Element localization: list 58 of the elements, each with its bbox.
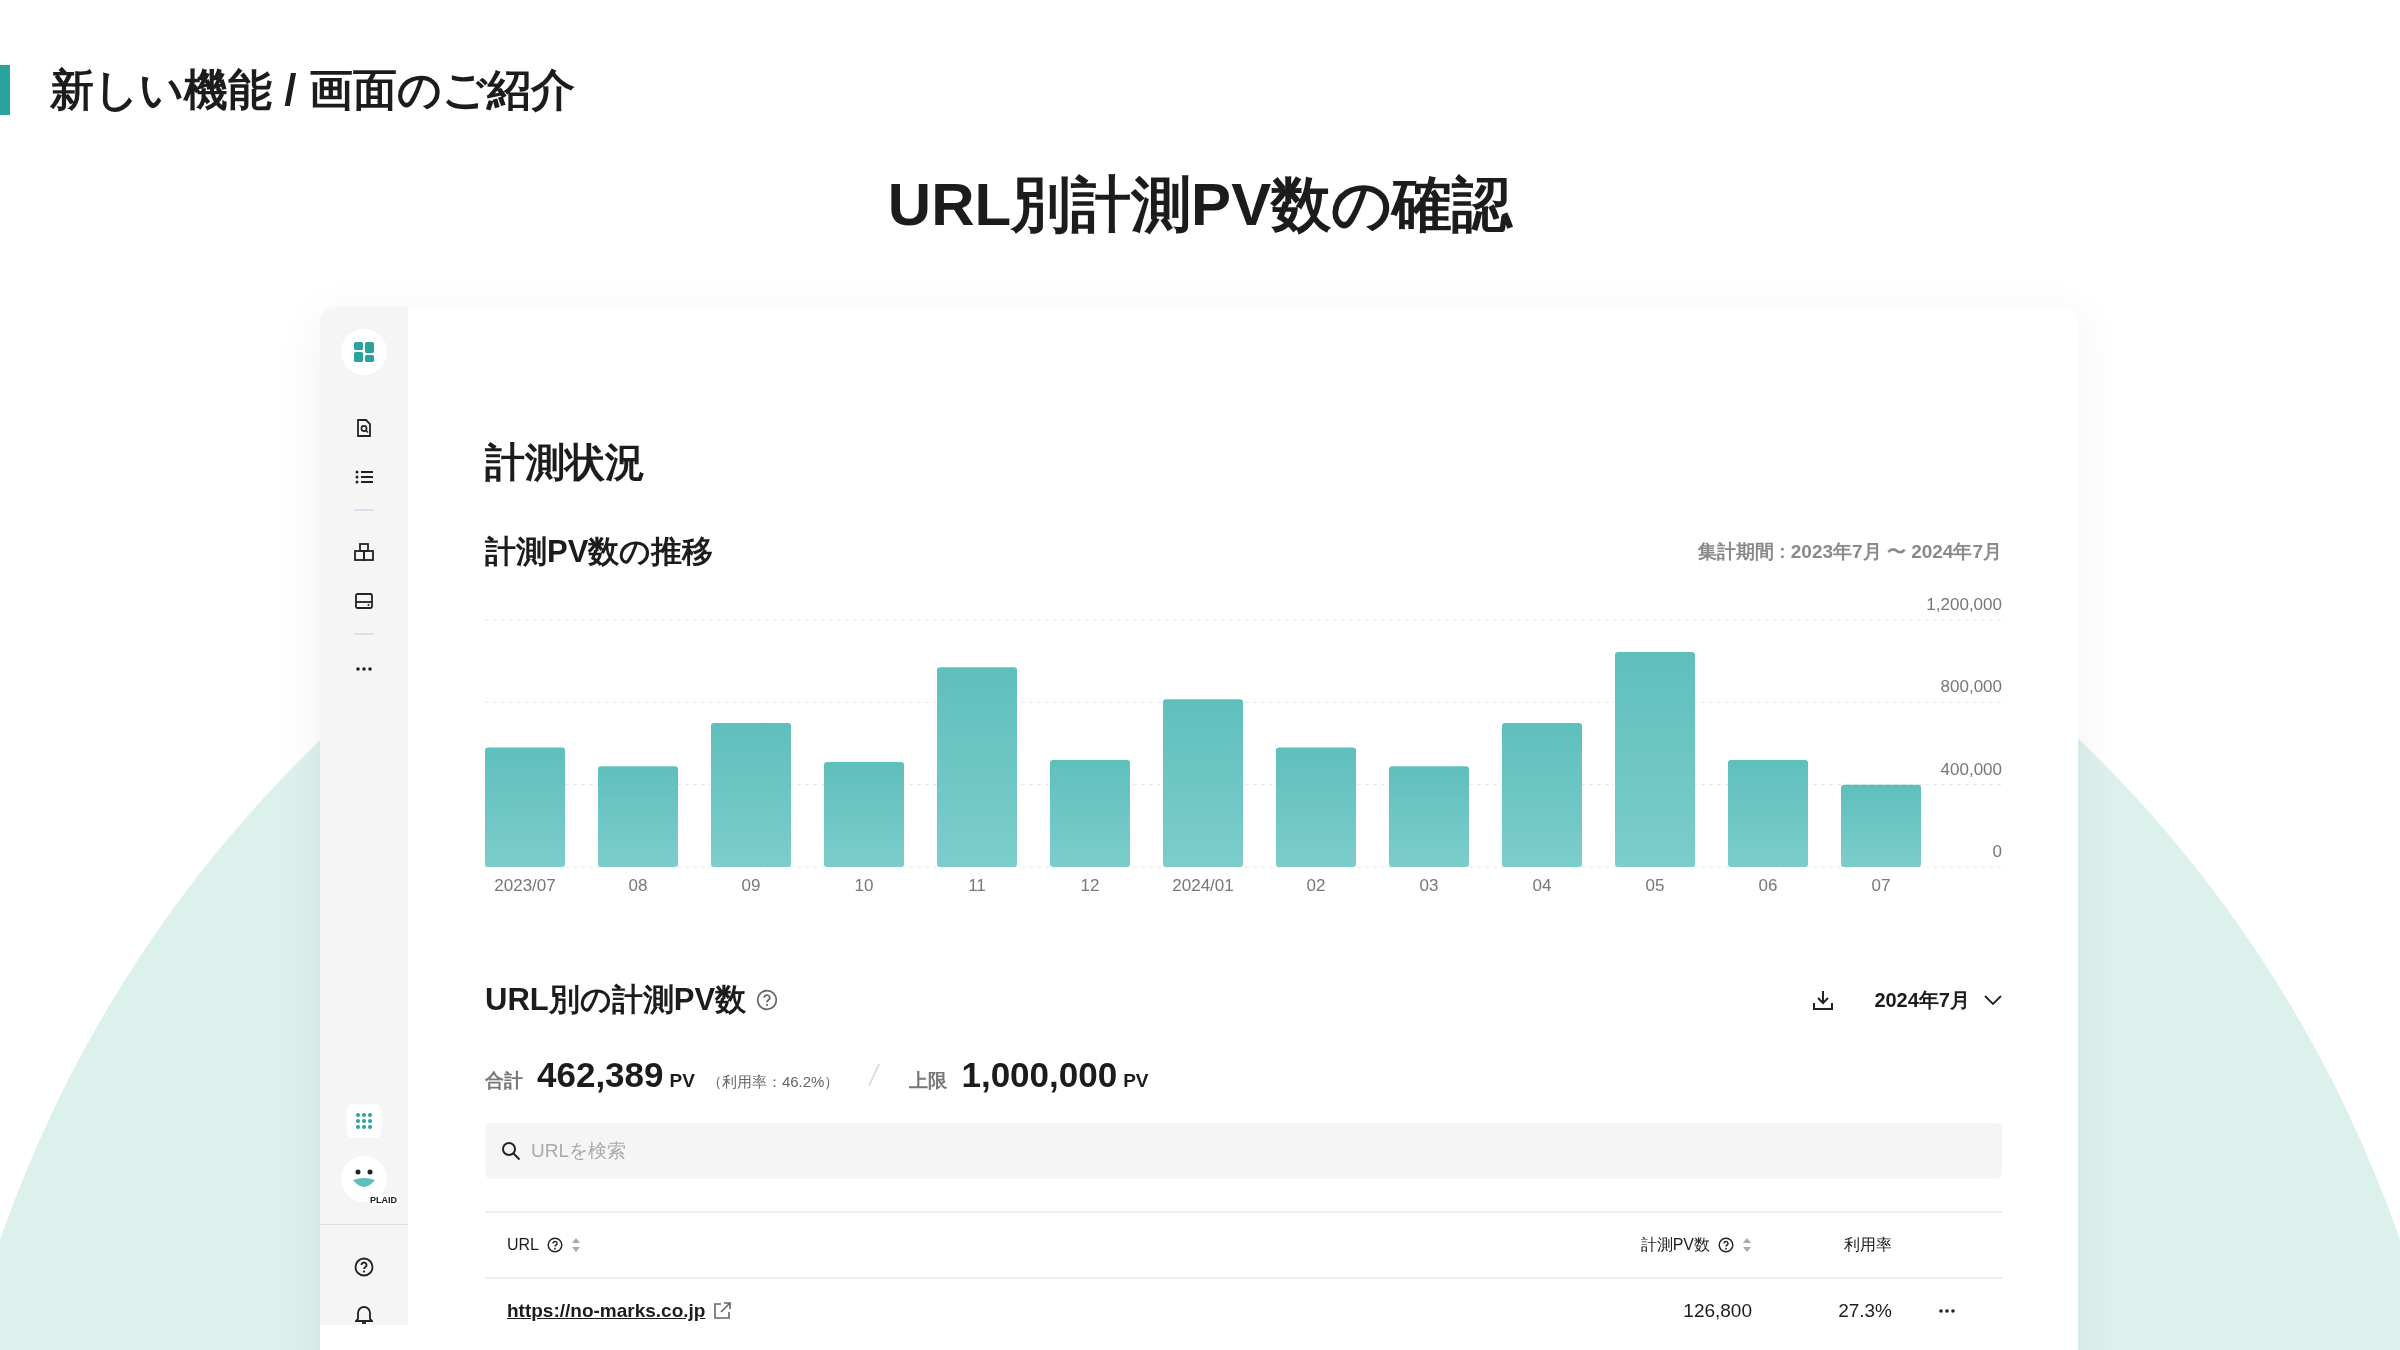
drive-icon[interactable] (355, 593, 373, 609)
y-tick-label: 0 (1992, 842, 2002, 861)
x-tick-label: 2023/07 (494, 876, 556, 895)
slide-heading: 新しい機能 / 画面のご紹介 (50, 63, 575, 116)
table-cell: 27.3% (1838, 1300, 1892, 1322)
x-tick-label: 03 (1419, 876, 1439, 895)
x-tick-label: 07 (1871, 876, 1891, 895)
apps-button[interactable] (347, 1104, 381, 1138)
y-tick-label: 400,000 (1940, 759, 2002, 779)
limit-value: 1,000,000 (961, 1055, 1118, 1095)
dots-grid-icon (355, 1112, 373, 1130)
x-tick-label: 09 (741, 876, 761, 895)
help-icon[interactable] (354, 1257, 374, 1277)
search-field[interactable]: URLを検索 (485, 1123, 2002, 1179)
list-icon[interactable] (355, 469, 373, 485)
slide-title: URL別計測PV数の確認 (886, 170, 1514, 240)
page-title: 計測状況 (485, 439, 646, 486)
logo-button[interactable] (341, 329, 387, 375)
column-header: 利用率 (1844, 1234, 1892, 1255)
x-tick-label: 08 (628, 876, 648, 895)
x-tick-label: 12 (1080, 876, 1100, 895)
limit-label: 上限 (909, 1069, 948, 1093)
column-header: URL (507, 1236, 539, 1254)
usage-rate: （利用率：46.2%） (706, 1073, 840, 1092)
url-link[interactable]: https://no-marks.co.jp (507, 1300, 706, 1322)
column-header: 計測PV数 (1640, 1234, 1710, 1255)
help-icon[interactable] (1718, 1237, 1734, 1253)
y-tick-label: 800,000 (1940, 677, 2002, 697)
help-icon[interactable] (547, 1237, 563, 1253)
month-dropdown[interactable]: 2024年7月 (1874, 986, 2002, 1014)
chart-title: 計測PV数の推移 (485, 533, 714, 571)
download-icon[interactable] (1812, 989, 1835, 1011)
section-title: URL別の計測PV数 (485, 981, 747, 1019)
x-tick-label: 02 (1306, 876, 1326, 895)
x-tick-label: 04 (1532, 876, 1552, 895)
external-link-icon[interactable] (713, 1302, 732, 1320)
x-tick-label: 2024/01 (1172, 876, 1234, 895)
chevron-down-icon (1984, 995, 2002, 1005)
avatar-badge: PLAID (368, 1194, 399, 1206)
x-tick-label: 10 (854, 876, 874, 895)
more-icon[interactable] (356, 667, 372, 671)
notification-bell-icon[interactable] (355, 1305, 373, 1325)
total-label: 合計 (485, 1069, 523, 1093)
table-cell: 126,800 (1683, 1300, 1752, 1322)
boxes-icon[interactable] (354, 543, 374, 561)
x-tick-label: 05 (1645, 876, 1665, 895)
y-tick-label: 1,200,000 (1926, 595, 2002, 614)
limit-unit: PV (1123, 1070, 1149, 1092)
more-icon[interactable] (1939, 1309, 1955, 1313)
tiles-icon (354, 342, 374, 362)
total-unit: PV (669, 1070, 695, 1092)
x-tick-label: 11 (968, 876, 986, 895)
search-icon (501, 1141, 521, 1161)
accent-bar (0, 65, 10, 115)
x-tick-label: 06 (1758, 876, 1778, 895)
period-label: 集計期間 : 2023年7月 〜 2024年7月 (1697, 540, 2002, 564)
document-search-icon[interactable] (356, 419, 372, 437)
total-value: 462,389 (537, 1055, 664, 1095)
